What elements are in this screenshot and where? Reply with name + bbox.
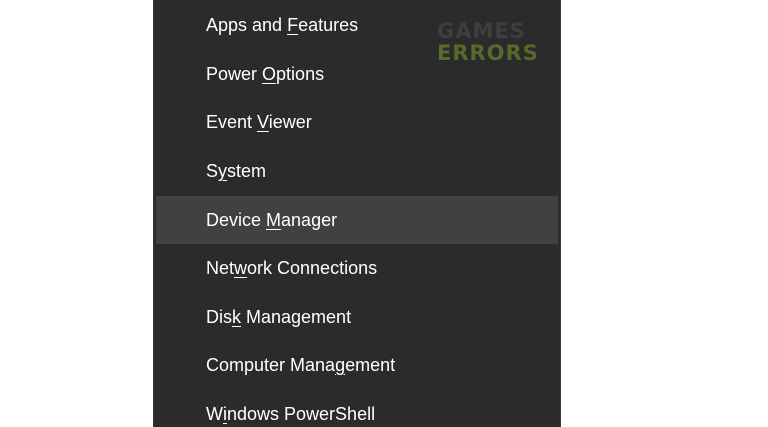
menu-item-label: Power Options [206,63,325,84]
menu-item-event-viewer[interactable]: Event Viewer [156,98,558,146]
games-errors-watermark: GAMES ERRORS [437,20,539,64]
menu-item-label: Disk Management [206,306,352,327]
menu-item-computer-management[interactable]: Computer Management [156,341,558,389]
watermark-line-errors: ERRORS [437,41,539,65]
access-key: y [218,160,228,181]
menu-item-label: Computer Management [206,354,396,375]
menu-item-label: Device Manager [206,209,338,230]
access-key: F [287,14,299,35]
access-key: O [262,63,277,84]
menu-item-label: Network Connections [206,257,378,278]
access-key: V [257,111,269,132]
menu-item-device-manager[interactable]: Device Manager [156,196,558,244]
access-key: M [266,209,282,230]
screenshot: Apps and Features Power Options Event Vi… [0,0,768,427]
menu-item-network-connections[interactable]: Network Connections [156,244,558,292]
menu-item-label: System [206,160,267,181]
menu-item-label: Windows PowerShell [206,403,376,424]
watermark-line-games: GAMES [437,19,526,43]
menu-item-disk-management[interactable]: Disk Management [156,293,558,341]
access-key: k [232,306,241,327]
access-key: g [335,354,346,375]
menu-item-label: Apps and Features [206,14,359,35]
menu-item-windows-powershell[interactable]: Windows PowerShell [156,390,558,427]
access-key: w [234,257,248,278]
menu-item-system[interactable]: System [156,147,558,195]
menu-item-label: Event Viewer [206,111,312,132]
